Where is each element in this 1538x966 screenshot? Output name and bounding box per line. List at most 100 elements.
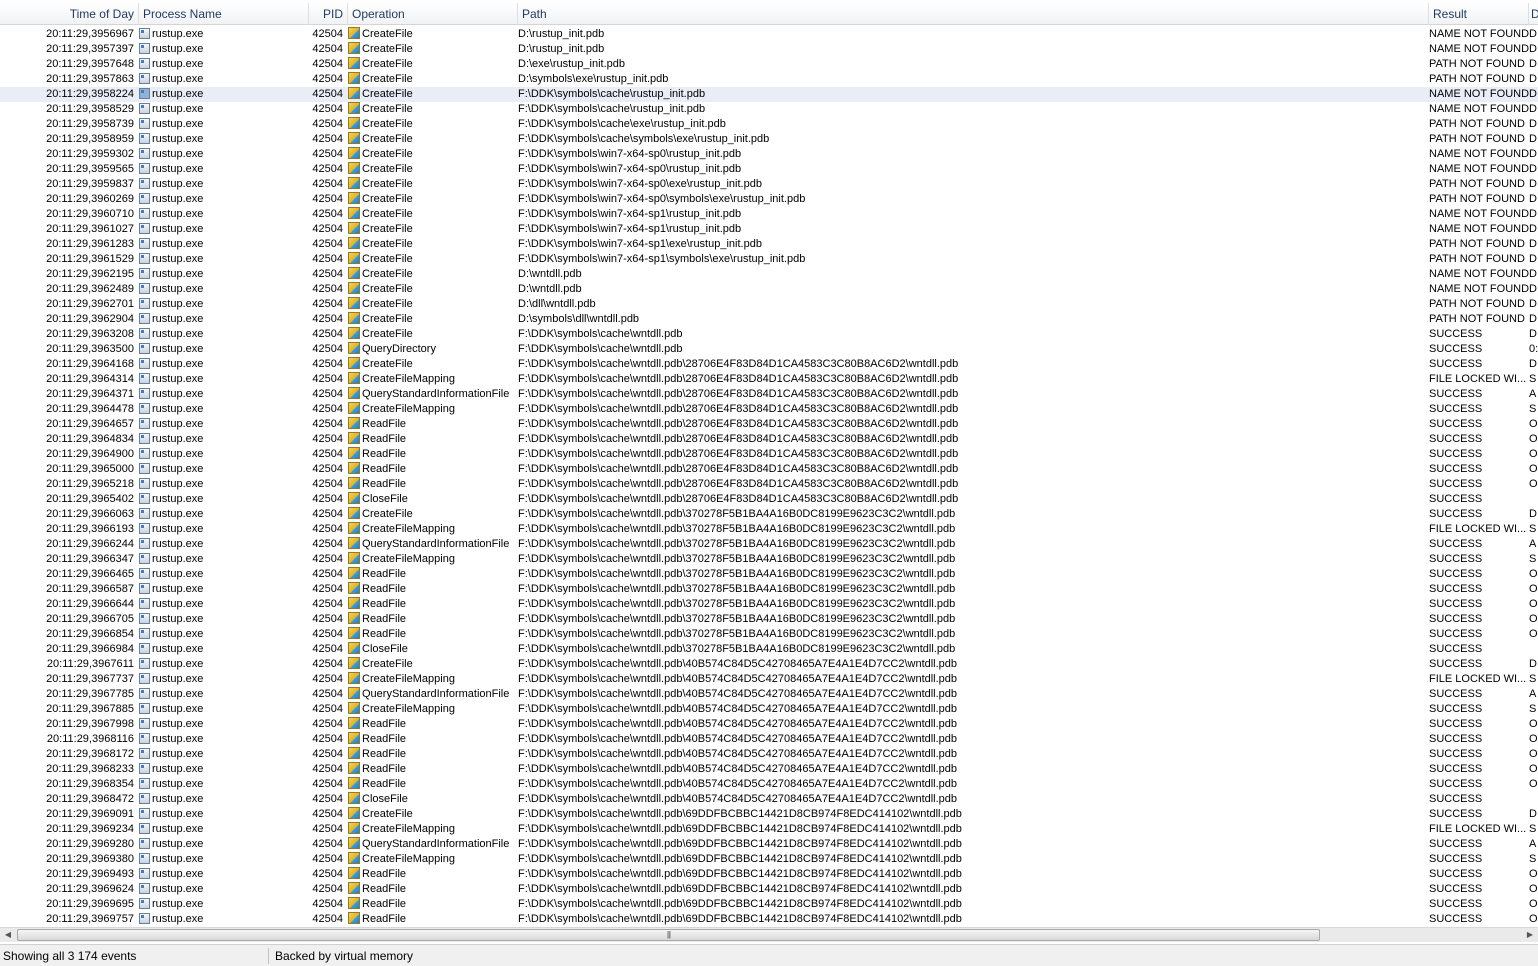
filesystem-icon	[348, 147, 360, 159]
table-row[interactable]: 20:11:29,3959302 rustup.exe 42504 CreateFil…	[0, 147, 1538, 162]
cell-time: 20:11:29,3964834	[0, 432, 134, 447]
table-row[interactable]: 20:11:29,3966854 rustup.exe 42504 ReadFile F…	[0, 627, 1538, 642]
cell-pid-text: 42504	[312, 733, 343, 745]
table-row[interactable]: 20:11:29,3958739 rustup.exe 42504 CreateFil…	[0, 117, 1538, 132]
table-row[interactable]: 20:11:29,3969624 rustup.exe 42504 ReadFile F…	[0, 882, 1538, 897]
table-row[interactable]: 20:11:29,3959565 rustup.exe 42504 CreateFil…	[0, 162, 1538, 177]
table-row[interactable]: 20:11:29,3967611 rustup.exe 42504 CreateFil…	[0, 657, 1538, 672]
cell-process-text: rustup.exe	[152, 523, 204, 535]
table-row[interactable]: 20:11:29,3964478 rustup.exe 42504 CreateFil…	[0, 402, 1538, 417]
cell-time-text: 20:11:29,3966705	[46, 613, 134, 625]
table-row[interactable]: 20:11:29,3969091 rustup.exe 42504 CreateFil…	[0, 807, 1538, 822]
table-row[interactable]: 20:11:29,3961529 rustup.exe 42504 CreateFil…	[0, 252, 1538, 267]
table-row[interactable]: 20:11:29,3966063 rustup.exe 42504 CreateFil…	[0, 507, 1538, 522]
cell-process-text: rustup.exe	[152, 883, 204, 895]
cell-result: FILE LOCKED WI...	[1429, 822, 1529, 837]
cell-pid-text: 42504	[312, 283, 343, 295]
table-row[interactable]: 20:11:29,3961283 rustup.exe 42504 CreateFil…	[0, 237, 1538, 252]
table-row[interactable]: 20:11:29,3963500 rustup.exe 42504 QueryDire…	[0, 342, 1538, 357]
table-row[interactable]: 20:11:29,3969757 rustup.exe 42504 ReadFile F…	[0, 912, 1538, 927]
table-row[interactable]: 20:11:29,3960269 rustup.exe 42504 CreateFil…	[0, 192, 1538, 207]
cell-process: rustup.exe	[139, 177, 309, 192]
col-header-operation[interactable]: Operation	[348, 3, 518, 25]
table-row[interactable]: 20:11:29,3957863 rustup.exe 42504 CreateFil…	[0, 72, 1538, 87]
col-header-time[interactable]: Time of Day	[0, 3, 139, 25]
table-row[interactable]: 20:11:29,3962701 rustup.exe 42504 CreateFil…	[0, 297, 1538, 312]
table-row[interactable]: 20:11:29,3966465 rustup.exe 42504 ReadFile F…	[0, 567, 1538, 582]
process-icon	[139, 388, 150, 399]
col-header-detail[interactable]: D	[1529, 3, 1538, 25]
table-row[interactable]: 20:11:29,3958224 rustup.exe 42504 CreateFil…	[0, 87, 1538, 102]
scroll-left-arrow-icon[interactable]: ◀	[0, 928, 16, 943]
table-row[interactable]: 20:11:29,3956967 rustup.exe 42504 CreateFil…	[0, 27, 1538, 42]
table-row[interactable]: 20:11:29,3969234 rustup.exe 42504 CreateFil…	[0, 822, 1538, 837]
table-row[interactable]: 20:11:29,3962489 rustup.exe 42504 CreateFil…	[0, 282, 1538, 297]
table-row[interactable]: 20:11:29,3967785 rustup.exe 42504 QueryStan…	[0, 687, 1538, 702]
cell-detail-text: O	[1529, 598, 1538, 610]
table-row[interactable]: 20:11:29,3969380 rustup.exe 42504 CreateFil…	[0, 852, 1538, 867]
scrollbar-thumb[interactable]: |||	[17, 929, 1320, 941]
table-row[interactable]: 20:11:29,3967737 rustup.exe 42504 CreateFil…	[0, 672, 1538, 687]
table-row[interactable]: 20:11:29,3960710 rustup.exe 42504 CreateFil…	[0, 207, 1538, 222]
table-row[interactable]: 20:11:29,3966705 rustup.exe 42504 ReadFile F…	[0, 612, 1538, 627]
cell-detail-text: O	[1529, 763, 1538, 775]
table-row[interactable]: 20:11:29,3968354 rustup.exe 42504 ReadFile F…	[0, 777, 1538, 792]
cell-detail-text: O	[1529, 913, 1538, 925]
table-row[interactable]: 20:11:29,3964900 rustup.exe 42504 ReadFile F…	[0, 447, 1538, 462]
table-row[interactable]: 20:11:29,3963208 rustup.exe 42504 CreateFil…	[0, 327, 1538, 342]
table-row[interactable]: 20:11:29,3964834 rustup.exe 42504 ReadFile F…	[0, 432, 1538, 447]
col-header-process[interactable]: Process Name	[139, 3, 309, 25]
cell-operation: ReadFile	[348, 597, 518, 612]
table-row[interactable]: 20:11:29,3967998 rustup.exe 42504 ReadFile F…	[0, 717, 1538, 732]
table-row[interactable]: 20:11:29,3964371 rustup.exe 42504 QueryStan…	[0, 387, 1538, 402]
table-row[interactable]: 20:11:29,3959837 rustup.exe 42504 CreateFil…	[0, 177, 1538, 192]
table-row[interactable]: 20:11:29,3965000 rustup.exe 42504 ReadFile F…	[0, 462, 1538, 477]
cell-path-text: F:\DDK\symbols\win7-x64-sp0\exe\rustup_i…	[518, 178, 762, 190]
table-row[interactable]: 20:11:29,3964314 rustup.exe 42504 CreateFil…	[0, 372, 1538, 387]
col-header-result[interactable]: Result	[1429, 3, 1529, 25]
cell-path-text: F:\DDK\symbols\cache\wntdll.pdb\40B574C8…	[518, 763, 958, 775]
table-row[interactable]: 20:11:29,3964168 rustup.exe 42504 CreateFil…	[0, 357, 1538, 372]
col-header-pid[interactable]: PID	[309, 3, 348, 25]
table-row[interactable]: 20:11:29,3968472 rustup.exe 42504 CloseFile…	[0, 792, 1538, 807]
table-row[interactable]: 20:11:29,3957397 rustup.exe 42504 CreateFil…	[0, 42, 1538, 57]
table-row[interactable]: 20:11:29,3969493 rustup.exe 42504 ReadFile F…	[0, 867, 1538, 882]
table-row[interactable]: 20:11:29,3964657 rustup.exe 42504 ReadFile F…	[0, 417, 1538, 432]
table-row[interactable]: 20:11:29,3962904 rustup.exe 42504 CreateFil…	[0, 312, 1538, 327]
cell-process-text: rustup.exe	[152, 238, 204, 250]
horizontal-scrollbar[interactable]: ◀ ||| ▶	[0, 927, 1538, 942]
col-header-path[interactable]: Path	[518, 3, 1429, 25]
table-row[interactable]: 20:11:29,3968233 rustup.exe 42504 ReadFile F…	[0, 762, 1538, 777]
table-row[interactable]: 20:11:29,3966644 rustup.exe 42504 ReadFile F…	[0, 597, 1538, 612]
table-row[interactable]: 20:11:29,3966587 rustup.exe 42504 ReadFile F…	[0, 582, 1538, 597]
event-list[interactable]: 20:11:29,3956967 rustup.exe 42504 CreateFil…	[0, 27, 1538, 927]
table-row[interactable]: 20:11:29,3968172 rustup.exe 42504 ReadFile F…	[0, 747, 1538, 762]
cell-operation-text: ReadFile	[362, 448, 407, 460]
table-row[interactable]: 20:11:29,3962195 rustup.exe 42504 CreateFil…	[0, 267, 1538, 282]
cell-operation: CreateFile	[348, 222, 518, 237]
table-row[interactable]: 20:11:29,3957648 rustup.exe 42504 CreateFil…	[0, 57, 1538, 72]
scroll-right-arrow-icon[interactable]: ▶	[1522, 928, 1538, 943]
cell-result-text: NAME NOT FOUND	[1429, 283, 1529, 295]
table-row[interactable]: 20:11:29,3965402 rustup.exe 42504 CloseFile…	[0, 492, 1538, 507]
table-row[interactable]: 20:11:29,3968116 rustup.exe 42504 ReadFile F…	[0, 732, 1538, 747]
filesystem-icon	[348, 132, 360, 144]
cell-time-text: 20:11:29,3969695	[46, 898, 134, 910]
cell-path: F:\DDK\symbols\cache\wntdll.pdb	[518, 327, 1423, 342]
table-row[interactable]: 20:11:29,3966244 rustup.exe 42504 QueryStan…	[0, 537, 1538, 552]
table-row[interactable]: 20:11:29,3958959 rustup.exe 42504 CreateFil…	[0, 132, 1538, 147]
table-row[interactable]: 20:11:29,3966984 rustup.exe 42504 CloseFile…	[0, 642, 1538, 657]
table-row[interactable]: 20:11:29,3966347 rustup.exe 42504 CreateFil…	[0, 552, 1538, 567]
table-row[interactable]: 20:11:29,3969695 rustup.exe 42504 ReadFile F…	[0, 897, 1538, 912]
cell-time-text: 20:11:29,3964168	[46, 358, 134, 370]
table-row[interactable]: 20:11:29,3966193 rustup.exe 42504 CreateFil…	[0, 522, 1538, 537]
table-row[interactable]: 20:11:29,3969280 rustup.exe 42504 QueryStan…	[0, 837, 1538, 852]
table-row[interactable]: 20:11:29,3965218 rustup.exe 42504 ReadFile F…	[0, 477, 1538, 492]
cell-detail-text: O	[1529, 718, 1538, 730]
table-row[interactable]: 20:11:29,3958529 rustup.exe 42504 CreateFil…	[0, 102, 1538, 117]
process-icon	[139, 433, 150, 444]
cell-path-text: D:\exe\rustup_init.pdb	[518, 58, 626, 70]
cell-process-text: rustup.exe	[152, 688, 204, 700]
table-row[interactable]: 20:11:29,3967885 rustup.exe 42504 CreateFil…	[0, 702, 1538, 717]
table-row[interactable]: 20:11:29,3961027 rustup.exe 42504 CreateFil…	[0, 222, 1538, 237]
